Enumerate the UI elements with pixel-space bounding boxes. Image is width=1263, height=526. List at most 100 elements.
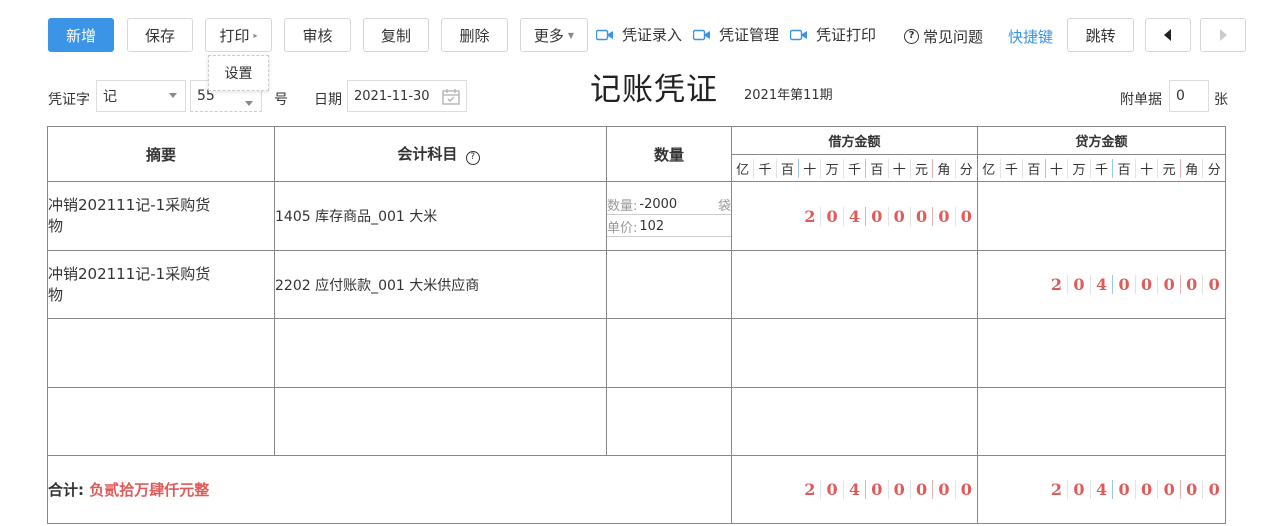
header-account-label: 会计科目	[397, 145, 458, 163]
unit-label: 元	[911, 158, 934, 178]
chevron-down-icon: ▼	[567, 30, 575, 40]
period-label: 2021年第11期	[744, 88, 833, 103]
amount-digit: 0	[960, 480, 972, 499]
amount-digit: 0	[1181, 480, 1204, 499]
amount-digit: 0	[1208, 480, 1220, 499]
amount-digit: 0	[889, 480, 911, 499]
more-button[interactable]: 更多 ▼	[520, 18, 588, 52]
header-summary: 摘要	[47, 126, 275, 182]
table-row[interactable]	[47, 318, 1226, 388]
credit-cell[interactable]: 20400000	[977, 250, 1226, 319]
unit-label: 千	[1001, 158, 1024, 178]
table-row[interactable]: 冲销202111记-1采购货物 2202 应付账款_001 大米供应商 2040…	[47, 250, 1226, 319]
date-picker[interactable]: 2021-11-30	[347, 80, 467, 112]
price-value: 102	[639, 219, 665, 234]
print-dropdown: 设置	[208, 55, 269, 91]
quantity-cell[interactable]	[606, 250, 732, 319]
amount-digit: 0	[821, 480, 844, 499]
question-icon: ?	[904, 29, 919, 44]
debit-units: 亿千百十万千百十元角分	[732, 158, 977, 178]
faq-label: 常见问题	[923, 28, 984, 46]
account-cell[interactable]: 1405 库存商品_001 大米	[274, 181, 607, 251]
print-button[interactable]: 打印 ▸	[205, 18, 272, 52]
summary-cell[interactable]	[47, 387, 275, 456]
voucher-table: 摘要 会计科目 ? 数量 借方金额 贷方金额 亿千百十万千百十元角分 亿千百十万…	[47, 126, 1226, 524]
voucher-manage-link[interactable]: 凭证管理	[693, 24, 779, 45]
date-label: 日期	[314, 92, 342, 108]
quantity-cell[interactable]: 数量: -2000 袋 单价: 102	[606, 181, 732, 251]
amount-digit: 0	[1068, 275, 1091, 294]
voucher-entry-link[interactable]: 凭证录入	[596, 24, 682, 45]
caret-right-icon	[1220, 29, 1227, 41]
unit-label: 十	[889, 158, 911, 178]
credit-cell[interactable]	[977, 181, 1226, 251]
unit-label: 亿	[732, 158, 755, 178]
voucher-print-link[interactable]: 凭证打印	[790, 24, 876, 45]
unit-label: 千	[754, 158, 777, 178]
jump-button[interactable]: 跳转	[1067, 18, 1134, 52]
debit-cell[interactable]	[731, 387, 978, 456]
prev-button[interactable]	[1145, 18, 1191, 52]
summary-cell[interactable]: 冲销202111记-1采购货物	[47, 181, 275, 251]
summary-cell[interactable]	[47, 318, 275, 388]
header-credit: 贷方金额	[977, 126, 1226, 155]
amount-digit: 2	[1046, 275, 1069, 294]
voucher-word-select[interactable]: 记	[96, 80, 186, 112]
account-cell[interactable]	[274, 318, 607, 388]
amount-digit: 2	[799, 480, 822, 499]
unit-label: 分	[959, 162, 973, 178]
video-icon	[790, 29, 808, 41]
new-button[interactable]: 新增	[48, 18, 114, 52]
amount-digit: 0	[1136, 275, 1159, 294]
amount-digit: 0	[1181, 275, 1204, 294]
print-settings-item[interactable]: 设置	[225, 63, 253, 83]
unit-label: 分	[1207, 162, 1221, 178]
debit-cell[interactable]	[731, 318, 978, 388]
credit-cell[interactable]	[977, 318, 1226, 388]
unit-label: 十	[1046, 158, 1069, 178]
more-label: 更多	[533, 26, 564, 45]
amount-digit: 0	[889, 206, 911, 226]
voucher-manage-label: 凭证管理	[719, 26, 780, 44]
table-row[interactable]	[47, 387, 1226, 456]
summary-cell[interactable]: 冲销202111记-1采购货物	[47, 250, 275, 319]
next-button[interactable]	[1200, 18, 1246, 52]
faq-link[interactable]: ? 常见问题	[904, 26, 983, 47]
amount-digit: 0	[1113, 480, 1136, 499]
amount-digit: 0	[933, 480, 956, 499]
total-debit-cell: 20400000	[731, 455, 978, 524]
audit-button[interactable]: 审核	[284, 18, 351, 52]
amount-digit: 4	[844, 206, 867, 226]
attach-count-input[interactable]: 0	[1169, 80, 1209, 112]
attach-unit: 张	[1214, 92, 1228, 108]
debit-cell[interactable]	[731, 250, 978, 319]
quantity-cell[interactable]	[606, 318, 732, 388]
video-icon	[596, 29, 614, 41]
table-row[interactable]: 冲销202111记-1采购货物 1405 库存商品_001 大米 数量: -200…	[47, 181, 1226, 251]
question-icon[interactable]: ?	[465, 151, 480, 165]
qty-value: -2000	[639, 197, 678, 212]
amount-digit: 0	[866, 206, 889, 226]
amount-digit: 0	[960, 206, 972, 226]
attach-label: 附单据	[1120, 92, 1162, 108]
amount-digit: 0	[1113, 275, 1136, 294]
price-label: 单价:	[607, 221, 638, 236]
account-cell[interactable]: 2202 应付账款_001 大米供应商	[274, 250, 607, 319]
debit-cell[interactable]: 20400000	[731, 181, 978, 251]
unit-label: 角	[933, 158, 956, 178]
total-amount-text: 负贰拾万肆仟元整	[89, 481, 210, 499]
copy-button[interactable]: 复制	[363, 18, 429, 52]
quantity-cell[interactable]	[606, 387, 732, 456]
header-quantity: 数量	[606, 126, 732, 182]
account-cell[interactable]	[274, 387, 607, 456]
save-button[interactable]: 保存	[127, 18, 193, 52]
video-icon	[693, 29, 711, 41]
unit-label: 千	[1091, 158, 1114, 178]
amount-digit: 4	[1091, 275, 1114, 294]
credit-cell[interactable]	[977, 387, 1226, 456]
shortcut-link[interactable]: 快捷键	[1008, 26, 1053, 47]
voucher-print-label: 凭证打印	[816, 26, 877, 44]
amount-digit: 0	[821, 206, 844, 226]
delete-button[interactable]: 删除	[441, 18, 508, 52]
chevron-down-icon	[169, 93, 177, 98]
